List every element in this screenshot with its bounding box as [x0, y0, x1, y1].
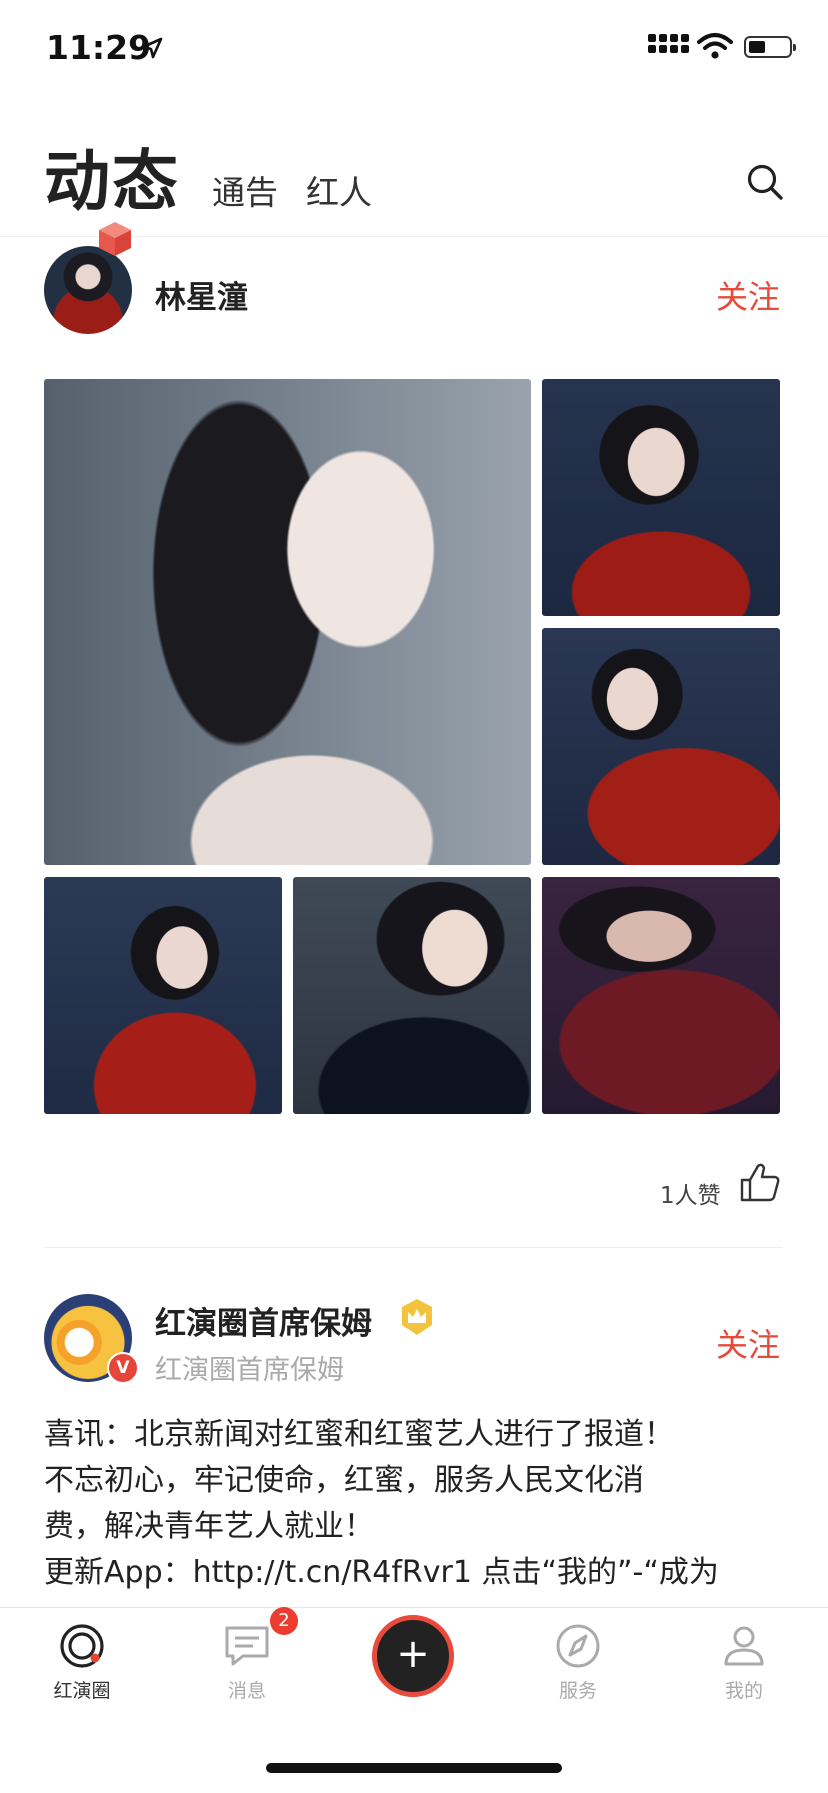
tab-label: 我的 [724, 1680, 763, 1702]
location-arrow-icon [141, 37, 163, 59]
create-post-button[interactable]: + [372, 1615, 454, 1697]
post-text[interactable]: 喜讯：北京新闻对红蜜和红蜜艺人进行了报道！ 不忘初心，牢记使命，红蜜，服务人民文… [44, 1412, 784, 1596]
post-photo[interactable] [44, 379, 531, 865]
tab-home[interactable]: 红演圈 [32, 1622, 132, 1703]
author-avatar[interactable] [44, 246, 132, 334]
post-photo[interactable] [542, 628, 780, 865]
circle-logo-icon [60, 1624, 104, 1668]
unread-badge: 2 [270, 1607, 298, 1635]
profile-icon [724, 1626, 764, 1666]
post-photo[interactable] [293, 877, 531, 1114]
follow-button[interactable]: 关注 [716, 1320, 780, 1366]
author-subtitle: 红演圈首席保姆 [155, 1355, 344, 1386]
post-photo[interactable] [542, 379, 780, 616]
battery-icon [744, 36, 796, 58]
author-name[interactable]: 林星潼 [155, 272, 248, 317]
post-text-line: 不忘初心，牢记使命，红蜜，服务人民文化消 [44, 1463, 644, 1498]
post-photo[interactable] [542, 877, 780, 1114]
tab-services[interactable]: 服务 [528, 1622, 628, 1703]
tab-label: 消息 [227, 1680, 266, 1702]
author-name[interactable]: 红演圈首席保姆 [155, 1298, 372, 1343]
tab-label: 红演圈 [53, 1680, 111, 1702]
page-title[interactable]: 动态 [44, 128, 180, 224]
tab-announcements[interactable]: 通告 [212, 166, 278, 214]
tab-profile[interactable]: 我的 [694, 1622, 794, 1703]
follow-button[interactable]: 关注 [716, 272, 780, 318]
crown-badge-icon [402, 1299, 432, 1335]
wifi-icon [697, 33, 733, 59]
cellular-signal-icon [648, 34, 689, 53]
cube-badge-icon [99, 222, 131, 256]
message-icon [225, 1626, 269, 1666]
post-text-line: 费，解决青年艺人就业！ [44, 1509, 374, 1544]
post-text-line: 更新App：http://t.cn/R4fRvr1 点击“我的”-“成为 [44, 1555, 719, 1590]
post-divider [44, 1247, 782, 1248]
thumbs-up-icon[interactable] [738, 1160, 782, 1204]
compass-icon [556, 1624, 600, 1668]
tab-influencers[interactable]: 红人 [306, 166, 372, 214]
post-photo[interactable] [44, 877, 282, 1114]
verified-badge: V [107, 1352, 139, 1384]
status-time: 11:29 [46, 28, 152, 67]
home-indicator[interactable] [266, 1763, 562, 1773]
search-icon[interactable] [745, 162, 785, 202]
post-text-line: 喜讯：北京新闻对红蜜和红蜜艺人进行了报道！ [44, 1417, 674, 1452]
like-count: 1人赞 [660, 1183, 721, 1209]
tab-label: 服务 [558, 1680, 597, 1702]
